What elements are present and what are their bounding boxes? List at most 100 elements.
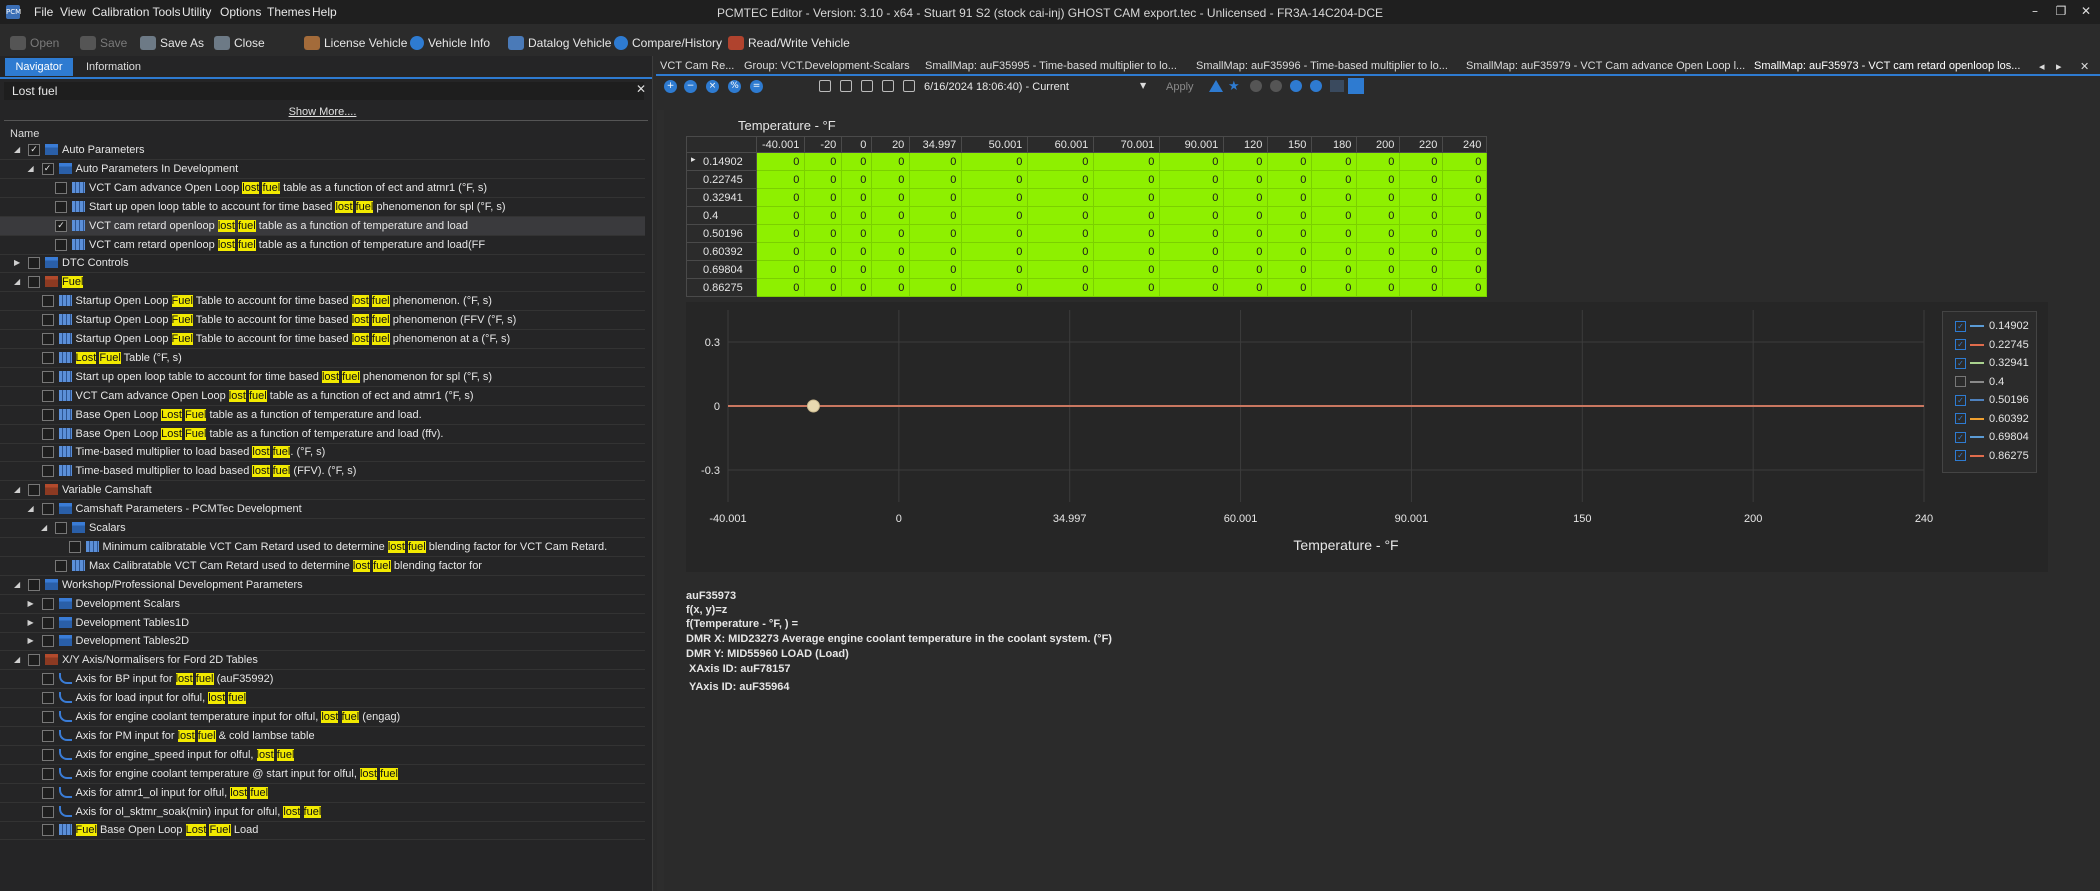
table-cell[interactable]: 0 <box>1223 242 1269 261</box>
table-cell[interactable]: 0 <box>871 278 911 297</box>
tree-item[interactable]: VCT Cam advance Open Loop lost fuel tabl… <box>0 179 645 198</box>
table-cell[interactable]: 0 <box>1093 278 1161 297</box>
zoom-out-icon[interactable] <box>1310 80 1322 92</box>
expand-arrow-icon[interactable]: ▶ <box>28 618 36 627</box>
expand-arrow-icon[interactable]: ▶ <box>28 599 36 608</box>
datalog-vehicle-button[interactable]: Datalog Vehicle <box>508 36 611 50</box>
column-header[interactable]: 220 <box>1399 136 1444 153</box>
expand-arrow-icon[interactable]: ▶ <box>28 636 36 645</box>
table-cell[interactable]: 0 <box>841 206 873 225</box>
table-cell[interactable]: 0 <box>755 170 806 189</box>
chevron-down-icon[interactable]: ▼ <box>1140 81 1146 90</box>
tree-item-checkbox[interactable] <box>55 559 67 572</box>
legend-checkbox[interactable]: ✓ <box>1955 320 1966 332</box>
tree-item[interactable]: Base Open Loop Lost Fuel table as a func… <box>0 425 645 444</box>
tree-item[interactable]: Max Calibratable VCT Cam Retard used to … <box>0 557 645 576</box>
doc-tab-2[interactable]: Group: VCT.Development-Scalars <box>744 60 910 72</box>
table-cell[interactable]: 0 <box>804 152 843 171</box>
table-cell[interactable]: 0 <box>1159 224 1225 243</box>
tree-item[interactable]: ▶ Development Tables1D <box>0 614 645 633</box>
table-cell[interactable]: 0 <box>909 170 963 189</box>
multiply-icon[interactable]: × <box>706 80 719 93</box>
row-header[interactable]: 0.4 <box>686 206 757 225</box>
table-cell[interactable]: 0 <box>909 260 963 279</box>
table-cell[interactable]: 0 <box>1442 188 1488 207</box>
table-cell[interactable]: 0 <box>1311 170 1358 189</box>
table-cell[interactable]: 0 <box>871 152 911 171</box>
tree-item-checkbox[interactable]: ✓ <box>28 144 40 156</box>
table-cell[interactable]: 0 <box>804 224 843 243</box>
tree-item-checkbox[interactable] <box>41 767 54 780</box>
tree-item[interactable]: ◢ X/Y Axis/Normalisers for Ford 2D Tables <box>0 651 645 671</box>
collapse-arrow-icon[interactable]: ◢ <box>14 655 22 664</box>
tree-item[interactable]: ◢ ✓ Auto Parameters In Development <box>0 160 645 179</box>
row-header[interactable]: 0.14902 ▸ <box>686 152 757 171</box>
table-cell[interactable]: 0 <box>909 188 963 207</box>
table-cell[interactable]: 0 <box>871 242 911 261</box>
add-icon[interactable]: + <box>664 80 677 93</box>
table-cell[interactable]: 0 <box>841 170 873 189</box>
table-cell[interactable]: 0 <box>841 278 873 297</box>
tree-item[interactable]: ◢ Camshaft Parameters - PCMTec Developmen… <box>0 500 645 520</box>
menu-calibration-tools[interactable]: Calibration Tools <box>92 5 181 19</box>
table-cell[interactable]: 0 <box>1356 242 1401 261</box>
table-cell[interactable]: 0 <box>1093 188 1161 207</box>
tree-item-checkbox[interactable]: ✓ <box>41 162 54 175</box>
table-cell[interactable]: 0 <box>961 152 1029 171</box>
table-cell[interactable]: 0 <box>1027 206 1095 225</box>
doc-tab-4[interactable]: SmallMap: auF35996 - Time-based multipli… <box>1196 60 1448 72</box>
tree-item-checkbox[interactable] <box>28 484 40 497</box>
tree-item[interactable]: Startup Open Loop Fuel Table to account … <box>0 330 645 349</box>
tree-item-checkbox[interactable] <box>41 711 54 723</box>
tree-item[interactable]: Axis for engine coolant temperature @ st… <box>0 765 645 784</box>
legend-checkbox[interactable] <box>1955 376 1966 388</box>
table-cell[interactable]: 0 <box>1399 170 1444 189</box>
table-cell[interactable]: 0 <box>1027 242 1095 261</box>
column-header[interactable]: 90.001 <box>1159 136 1225 153</box>
interpolate-icon[interactable] <box>819 80 831 92</box>
tab-scroll-right-icon[interactable]: ▸ <box>2056 60 2062 73</box>
row-header[interactable]: 0.86275 <box>686 278 757 297</box>
tree-item-checkbox[interactable] <box>41 635 54 648</box>
table-cell[interactable]: 0 <box>1267 224 1313 243</box>
undo-icon[interactable] <box>1250 80 1262 92</box>
table-cell[interactable]: 0 <box>1093 242 1161 261</box>
copy-icon[interactable] <box>882 80 894 92</box>
table-cell[interactable]: 0 <box>1267 260 1313 279</box>
table-cell[interactable]: 0 <box>1356 278 1401 297</box>
tree-item-checkbox[interactable] <box>41 314 54 327</box>
triangle-icon[interactable] <box>1209 80 1223 92</box>
tree-item[interactable]: Base Open Loop Lost Fuel table as a func… <box>0 406 645 425</box>
tree-item-checkbox[interactable] <box>41 503 54 516</box>
table-cell[interactable]: 0 <box>961 188 1029 207</box>
star-icon[interactable]: ★ <box>1228 79 1240 94</box>
percent-icon[interactable]: % <box>728 80 741 93</box>
collapse-arrow-icon[interactable]: ◢ <box>14 580 22 589</box>
table-cell[interactable]: 0 <box>961 242 1029 261</box>
column-header[interactable]: 50.001 <box>961 136 1029 153</box>
table-cell[interactable]: 0 <box>1159 152 1225 171</box>
tree-item[interactable]: Axis for PM input for lost fuel & cold l… <box>0 727 645 746</box>
table-cell[interactable]: 0 <box>1093 224 1161 243</box>
table-cell[interactable]: 0 <box>1399 260 1444 279</box>
menu-themes[interactable]: Themes <box>267 5 310 19</box>
table-cell[interactable]: 0 <box>871 206 911 225</box>
legend-item[interactable]: ✓ 0.14902 <box>1955 320 2029 332</box>
doc-tab-5[interactable]: SmallMap: auF35979 - VCT Cam advance Ope… <box>1466 60 1745 72</box>
tree-item-checkbox[interactable] <box>41 824 54 837</box>
menu-options[interactable]: Options <box>220 5 261 19</box>
table-cell[interactable]: 0 <box>1093 170 1161 189</box>
chart-view-icon[interactable] <box>1348 78 1364 94</box>
column-header[interactable]: 34.997 <box>909 136 963 153</box>
redo-icon[interactable] <box>1270 80 1282 92</box>
search-input[interactable]: Lost fuel <box>4 82 644 100</box>
table-cell[interactable]: 0 <box>1267 170 1313 189</box>
table-cell[interactable]: 0 <box>755 242 806 261</box>
tree-item[interactable]: ◢ Scalars <box>0 519 645 538</box>
column-header[interactable]: 150 <box>1267 136 1313 153</box>
vehicle-info-button[interactable]: Vehicle Info <box>410 36 490 50</box>
table-cell[interactable]: 0 <box>804 188 843 207</box>
tree-item[interactable]: ◢ Workshop/Professional Development Param… <box>0 576 645 595</box>
tree-item[interactable]: Axis for BP input for lost fuel (auF3599… <box>0 670 645 690</box>
table-cell[interactable]: 0 <box>1027 260 1095 279</box>
